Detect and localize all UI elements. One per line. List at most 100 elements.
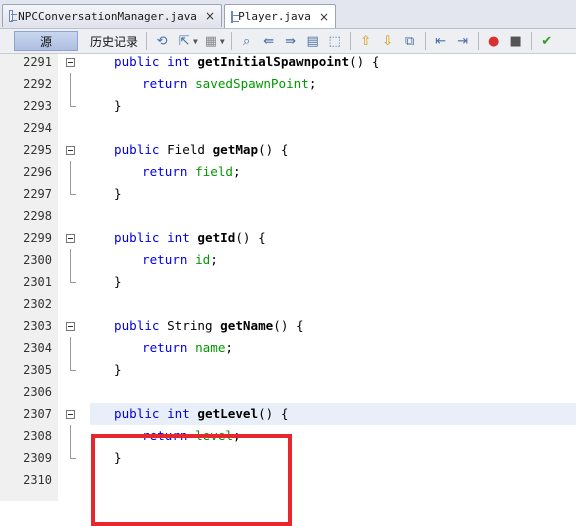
find-selection-icon[interactable]: ⬚ xyxy=(326,32,344,50)
previous-bookmark-icon[interactable]: ⇧ xyxy=(357,32,375,50)
shift-right-icon[interactable]: ⇥ xyxy=(454,32,472,50)
toolbar-separator xyxy=(424,32,426,50)
find-icon[interactable]: ▦ xyxy=(202,32,220,50)
keyword: return xyxy=(142,76,196,91)
find-previous-icon[interactable]: ⇚ xyxy=(260,32,278,50)
punctuation: ; xyxy=(210,252,218,267)
keyword: public xyxy=(114,406,168,421)
toolbar-separator xyxy=(477,32,479,50)
code-line: 2291 public int getInitialSpawnpoint() { xyxy=(0,51,576,73)
toolbar-separator xyxy=(230,32,232,50)
fold-toggle-icon[interactable] xyxy=(66,410,75,419)
method-name: getInitialSpawnpoint xyxy=(197,54,350,69)
method-name: getMap xyxy=(212,142,259,157)
toggle-bookmark-icon[interactable]: ⧉ xyxy=(401,32,419,50)
code-text: return savedSpawnPoint; xyxy=(142,73,316,95)
tab-label: NPCConversationManager.java xyxy=(18,9,197,23)
toolbar-separator xyxy=(146,32,148,50)
code-line: 2295 public Field getMap() { xyxy=(0,139,576,161)
punctuation: () { xyxy=(235,230,266,245)
code-text: } xyxy=(114,183,122,205)
line-background xyxy=(90,359,576,381)
line-number: 2302 xyxy=(23,297,52,311)
tab-npc-conversation-manager[interactable]: NPCConversationManager.java × xyxy=(2,4,222,27)
line-number: 2300 xyxy=(23,253,52,267)
punctuation: ; xyxy=(225,340,234,355)
line-number: 2308 xyxy=(23,429,52,443)
line-number: 2307 xyxy=(23,407,52,421)
line-number: 2297 xyxy=(23,187,52,201)
code-line: 2302 xyxy=(0,293,576,315)
code-line: 2304 return name; xyxy=(0,337,576,359)
code-line: 2307 public int getLevel() { xyxy=(0,403,576,425)
record-macro-icon[interactable]: ● xyxy=(485,32,503,50)
close-icon[interactable]: × xyxy=(319,10,329,24)
code-line: 2303 public String getName() { xyxy=(0,315,576,337)
fold-guide xyxy=(70,95,71,106)
fold-toggle-icon[interactable] xyxy=(66,58,75,67)
punctuation: } xyxy=(114,186,122,201)
punctuation: () { xyxy=(273,318,304,333)
keyword: public xyxy=(114,230,168,245)
keyword: public xyxy=(114,142,168,157)
code-text: return field; xyxy=(142,161,241,183)
code-line: 2297} xyxy=(0,183,576,205)
fold-guide-end xyxy=(70,194,76,195)
code-line: 2301} xyxy=(0,271,576,293)
tab-player[interactable]: Player.java × xyxy=(224,4,336,28)
fold-toggle-icon[interactable] xyxy=(66,322,75,331)
toggle-highlight-icon[interactable]: ▤ xyxy=(304,32,322,50)
keyword: return xyxy=(142,164,196,179)
stop-macro-icon[interactable]: ■ xyxy=(507,32,525,50)
fold-guide xyxy=(70,271,71,282)
source-view-button[interactable]: 源 xyxy=(14,31,78,51)
dropdown-arrow-icon[interactable]: ▼ xyxy=(193,37,198,46)
fold-guide xyxy=(70,183,71,194)
forward-icon[interactable]: ⇱ xyxy=(175,32,193,50)
next-bookmark-icon[interactable]: ⇩ xyxy=(379,32,397,50)
keyword: return xyxy=(142,340,196,355)
line-background xyxy=(90,205,576,227)
line-background xyxy=(90,381,576,403)
fold-toggle-icon[interactable] xyxy=(66,146,75,155)
search-icon[interactable]: ⌕ xyxy=(238,32,256,50)
code-text: } xyxy=(114,359,122,381)
back-icon[interactable]: ⟲ xyxy=(153,32,171,50)
line-number: 2306 xyxy=(23,385,52,399)
punctuation: } xyxy=(114,274,122,289)
fold-guide xyxy=(70,161,71,183)
history-view-button[interactable]: 历史记录 xyxy=(86,33,142,50)
line-number: 2301 xyxy=(23,275,52,289)
code-text: return id; xyxy=(142,249,218,271)
punctuation: } xyxy=(114,362,122,377)
line-background xyxy=(90,183,576,205)
close-icon[interactable]: × xyxy=(205,9,215,23)
toolbar-separator xyxy=(349,32,351,50)
line-number: 2309 xyxy=(23,451,52,465)
code-editor[interactable]: 2291 public int getInitialSpawnpoint() { 2… xyxy=(0,51,576,526)
line-number: 2298 xyxy=(23,209,52,223)
line-background xyxy=(90,271,576,293)
java-file-icon xyxy=(9,10,18,22)
dropdown-arrow-icon[interactable]: ▼ xyxy=(220,37,225,46)
find-next-icon[interactable]: ⇛ xyxy=(282,32,300,50)
line-number: 2305 xyxy=(23,363,52,377)
run-icon[interactable]: ✔ xyxy=(538,32,556,50)
code-line: 2299 public int getId() { xyxy=(0,227,576,249)
fold-guide xyxy=(70,337,71,359)
line-background xyxy=(90,293,576,315)
fold-toggle-icon[interactable] xyxy=(66,234,75,243)
line-number: 2296 xyxy=(23,165,52,179)
editor-tab-bar: NPCConversationManager.java × Player.jav… xyxy=(0,0,576,29)
code-text: public int getId() { xyxy=(114,227,266,249)
keyword: public xyxy=(114,318,168,333)
code-text: public int getInitialSpawnpoint() { xyxy=(114,51,379,73)
line-background xyxy=(90,95,576,117)
return-type: int xyxy=(167,54,198,69)
fold-guide xyxy=(70,447,71,458)
code-text: public Field getMap() { xyxy=(114,139,288,161)
shift-left-icon[interactable]: ⇤ xyxy=(432,32,450,50)
code-line: 2305} xyxy=(0,359,576,381)
return-type: String xyxy=(167,318,221,333)
fold-guide xyxy=(70,359,71,370)
